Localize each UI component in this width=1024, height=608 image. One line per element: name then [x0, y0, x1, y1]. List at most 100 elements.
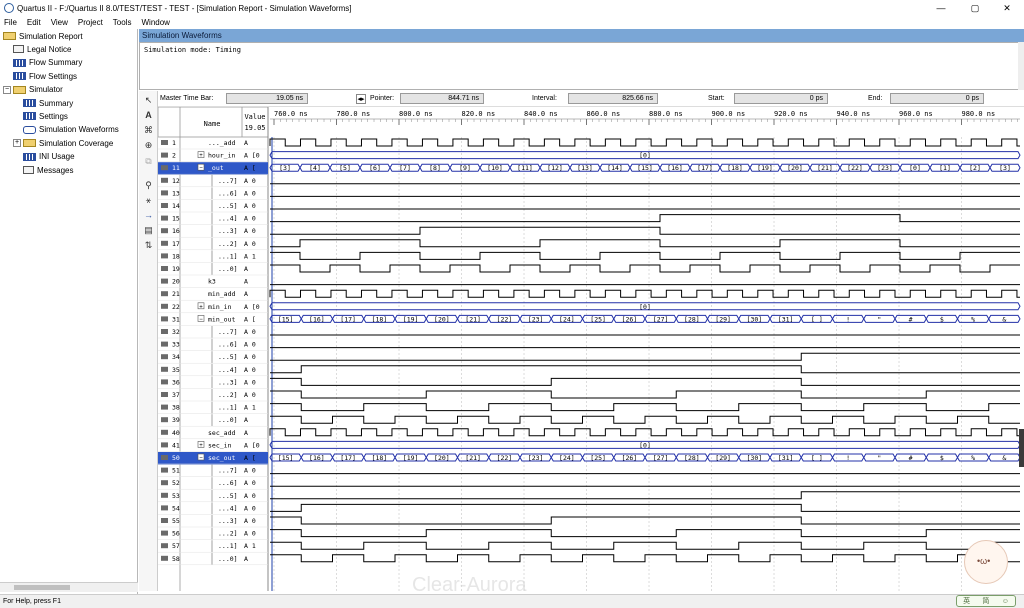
- bus-value-label: [23]: [528, 454, 544, 462]
- tree-item-label: Simulation Coverage: [39, 138, 114, 148]
- zoom-tool-icon[interactable]: ⊕: [142, 139, 155, 152]
- start-field[interactable]: 0 ps: [734, 93, 828, 104]
- tree-item-summary[interactable]: Summary: [23, 97, 73, 109]
- signal-name[interactable]: min_out: [208, 315, 235, 323]
- bus-value-label: [24]: [559, 454, 575, 462]
- selection-tool-icon[interactable]: ↖: [142, 94, 155, 107]
- next-transition-icon[interactable]: →: [142, 209, 155, 222]
- bus-value-label: ": [877, 315, 881, 323]
- restore-button[interactable]: ▢: [958, 0, 992, 16]
- signal-name[interactable]: ...4]: [218, 504, 238, 512]
- signal-name[interactable]: sec_out: [208, 454, 235, 462]
- tree-item-simulation-report[interactable]: Simulation Report: [3, 30, 83, 42]
- signal-name[interactable]: ...6]: [218, 189, 238, 197]
- signal-name[interactable]: ...6]: [218, 479, 238, 487]
- copy-icon[interactable]: ⧉: [142, 155, 155, 168]
- ime-toolbar[interactable]: 英 简 ☺: [956, 595, 1016, 607]
- menu-window[interactable]: Window: [141, 18, 169, 27]
- table-icon: [23, 99, 36, 107]
- time-tick-label: 780.0 ns: [337, 110, 371, 118]
- menu-tools[interactable]: Tools: [113, 18, 132, 27]
- tree-item-flow-summary[interactable]: Flow Summary: [13, 57, 82, 69]
- ime-english[interactable]: 英: [963, 596, 970, 606]
- scrollbar-thumb[interactable]: [14, 585, 70, 590]
- signal-name[interactable]: ...0]: [218, 265, 238, 273]
- bit-waveform: [270, 264, 1020, 273]
- signal-name[interactable]: ..._add: [208, 139, 235, 147]
- signal-name[interactable]: ...2]: [218, 530, 238, 538]
- minimize-button[interactable]: —: [924, 0, 958, 16]
- pin-icon: [161, 240, 168, 246]
- tree-item-legal-notice[interactable]: Legal Notice: [13, 43, 71, 55]
- replace-icon[interactable]: ⚹: [142, 194, 155, 207]
- find-icon[interactable]: ⚲: [142, 179, 155, 192]
- waveform-editing-tool-icon[interactable]: ⌘: [142, 124, 155, 137]
- group-icon[interactable]: ▤: [142, 224, 155, 237]
- signal-index: 15: [172, 215, 180, 223]
- signal-name[interactable]: ...5]: [218, 353, 238, 361]
- pin-icon: [161, 429, 168, 435]
- tree-item-messages[interactable]: Messages: [23, 164, 73, 176]
- signal-name[interactable]: ...3]: [218, 517, 238, 525]
- signal-name[interactable]: ...7]: [218, 328, 238, 336]
- sort-icon[interactable]: ⇅: [142, 239, 155, 252]
- signal-name[interactable]: ...1]: [218, 404, 238, 412]
- pointer-field[interactable]: 844.71 ns: [400, 93, 484, 104]
- menu-view[interactable]: View: [51, 18, 68, 27]
- menu-project[interactable]: Project: [78, 18, 103, 27]
- signal-name[interactable]: k3: [208, 278, 216, 286]
- signal-name[interactable]: ...7]: [218, 177, 238, 185]
- close-button[interactable]: ✕: [990, 0, 1024, 16]
- signal-name[interactable]: ...0]: [218, 555, 238, 563]
- end-field[interactable]: 0 ps: [890, 93, 984, 104]
- menu-file[interactable]: File: [4, 18, 17, 27]
- signal-name[interactable]: ...1]: [218, 252, 238, 260]
- mascot-face: •ω•: [977, 556, 991, 566]
- bit-waveform: [270, 491, 1020, 500]
- menu-edit[interactable]: Edit: [27, 18, 41, 27]
- signal-name[interactable]: ...5]: [218, 202, 238, 210]
- tree-horizontal-scrollbar[interactable]: [0, 582, 138, 592]
- signal-name[interactable]: ...0]: [218, 416, 238, 424]
- signal-name[interactable]: ...1]: [218, 542, 238, 550]
- time-nav-arrows-icon[interactable]: ◂▸: [356, 93, 366, 104]
- signal-name[interactable]: ...2]: [218, 240, 238, 248]
- signal-name[interactable]: ...2]: [218, 391, 238, 399]
- signal-index: 31: [172, 315, 180, 323]
- pin-icon: [161, 442, 168, 448]
- signal-name[interactable]: ...7]: [218, 467, 238, 475]
- tree-item-simulation-coverage[interactable]: + Simulation Coverage: [13, 137, 113, 149]
- signal-name[interactable]: ...3]: [218, 227, 238, 235]
- bus-value-label: [19]: [403, 315, 419, 323]
- bus-value-label: [20]: [434, 454, 450, 462]
- interval-field[interactable]: 825.66 ns: [568, 93, 658, 104]
- signal-name[interactable]: ...3]: [218, 378, 238, 386]
- signal-index: 2: [172, 152, 176, 160]
- signal-name[interactable]: ...4]: [218, 215, 238, 223]
- tree-item-settings[interactable]: Settings: [23, 110, 68, 122]
- tree-item-flow-settings[interactable]: Flow Settings: [13, 70, 77, 82]
- expand-toggle-symbol: +: [199, 153, 203, 159]
- ime-emoji-icon[interactable]: ☺: [1002, 598, 1009, 605]
- signal-name[interactable]: min_add: [208, 290, 235, 298]
- tree-expander-icon[interactable]: +: [13, 139, 21, 148]
- master-time-bar-field[interactable]: 19.05 ns: [226, 93, 308, 104]
- signal-name[interactable]: sec_in: [208, 441, 232, 449]
- signal-name[interactable]: _out: [208, 164, 224, 172]
- signal-name[interactable]: sec_add: [208, 429, 235, 437]
- ime-simplified[interactable]: 简: [982, 596, 989, 606]
- signal-name[interactable]: hour_in: [208, 152, 235, 160]
- waveform-canvas[interactable]: Name Value 19.05 760.0 ns 780.0 ns 800.0 ns 82…: [158, 107, 1024, 591]
- signal-name[interactable]: ...6]: [218, 341, 238, 349]
- tree-item-ini-usage[interactable]: INI Usage: [23, 151, 75, 163]
- tree-item-simulator[interactable]: − Simulator: [3, 84, 63, 96]
- tree-expander-icon[interactable]: −: [3, 85, 11, 94]
- signal-name[interactable]: ...4]: [218, 366, 238, 374]
- tree-item-simulation-waveforms[interactable]: Simulation Waveforms: [23, 124, 119, 136]
- text-tool-icon[interactable]: A: [142, 109, 155, 122]
- report-vertical-scrollbar[interactable]: [1018, 42, 1024, 90]
- bus-value-label: $: [940, 454, 944, 462]
- bus-value-label: &: [1002, 315, 1006, 323]
- signal-name[interactable]: ...5]: [218, 492, 238, 500]
- signal-name[interactable]: min_in: [208, 303, 232, 311]
